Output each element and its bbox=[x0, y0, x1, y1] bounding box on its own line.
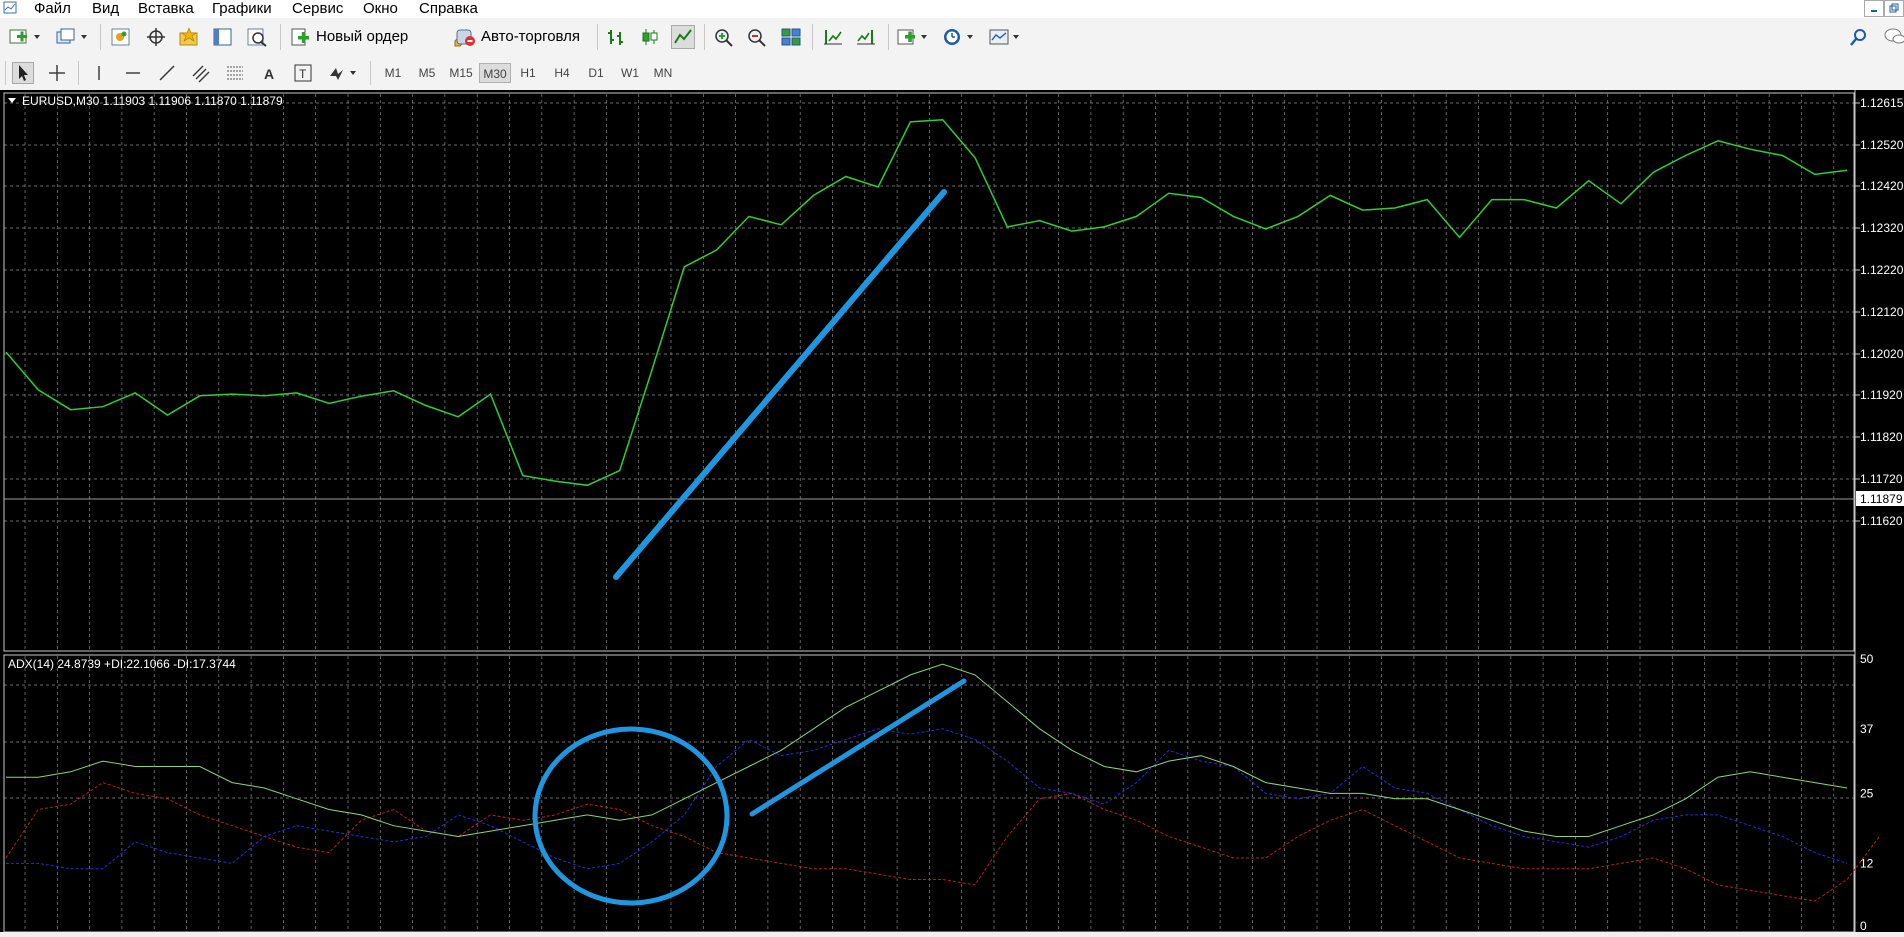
line-studies-toolbar: A T M1 M5 M15 M30 H1 H4 D1 W1 MN bbox=[0, 56, 1904, 91]
periods-icon[interactable] bbox=[942, 27, 976, 47]
text-label-icon[interactable]: T bbox=[292, 62, 314, 84]
timeframe-m1[interactable]: M1 bbox=[378, 63, 408, 83]
indicator-header: ADX(14) 24.8739 +DI:22.1066 -DI:17.3744 bbox=[8, 657, 236, 671]
price-axis-label: 1.12420 bbox=[1860, 179, 1904, 193]
new-order-label: Новый ордер bbox=[316, 28, 409, 45]
menu-charts[interactable]: Графики bbox=[212, 0, 272, 17]
app-icon bbox=[3, 1, 17, 14]
timeframe-h1[interactable]: H1 bbox=[513, 63, 543, 83]
zoom-in-icon[interactable] bbox=[713, 27, 735, 47]
strategy-tester-icon[interactable] bbox=[246, 27, 268, 47]
candlestick-icon[interactable] bbox=[639, 27, 661, 47]
chart-shift-icon[interactable] bbox=[822, 27, 844, 47]
price-chart[interactable]: 1.12615 1.12520 1.12420 1.12320 1.12220 1.121… bbox=[0, 90, 1904, 933]
menu-help[interactable]: Справка bbox=[419, 0, 478, 17]
minus-di-line bbox=[5, 782, 1880, 902]
menu-tools[interactable]: Сервис bbox=[292, 0, 343, 17]
indicator-axis-label: 12 bbox=[1860, 856, 1874, 870]
restore-icon bbox=[1889, 3, 1899, 13]
price-line bbox=[5, 119, 1848, 487]
navigator-icon[interactable] bbox=[178, 27, 200, 47]
price-chart-header: EURUSD,M30 1.11903 1.11906 1.11870 1.118… bbox=[22, 94, 283, 108]
new-chart-icon[interactable] bbox=[8, 27, 42, 47]
terminal-icon[interactable] bbox=[212, 27, 234, 47]
cursor-icon[interactable] bbox=[12, 62, 34, 84]
tile-windows-icon[interactable] bbox=[780, 27, 802, 47]
timeframe-mn[interactable]: MN bbox=[648, 63, 678, 83]
line-chart-icon[interactable] bbox=[671, 25, 695, 49]
new-order-button[interactable]: Новый ордер bbox=[288, 25, 414, 49]
autotrading-icon bbox=[456, 29, 475, 46]
market-watch-icon[interactable] bbox=[110, 27, 132, 47]
autotrading-label: Авто-торговля bbox=[481, 28, 581, 45]
bar-chart-icon[interactable] bbox=[605, 27, 627, 47]
price-axis-label: 1.11720 bbox=[1860, 472, 1903, 486]
restore-button[interactable] bbox=[1864, 0, 1884, 17]
horizontal-line-icon[interactable] bbox=[122, 62, 144, 84]
text-icon[interactable]: A bbox=[258, 62, 280, 84]
price-axis-label: 1.11920 bbox=[1860, 388, 1903, 402]
equidistant-channel-icon[interactable] bbox=[190, 62, 212, 84]
indicator-axis-label: 37 bbox=[1860, 722, 1874, 736]
new-order-icon bbox=[291, 28, 309, 46]
timeframe-m15[interactable]: M15 bbox=[445, 63, 477, 83]
menu-file[interactable]: Файл bbox=[34, 0, 71, 17]
timeframe-h4[interactable]: H4 bbox=[547, 63, 577, 83]
window-restore-button[interactable] bbox=[1884, 0, 1904, 17]
vertical-line-icon[interactable] bbox=[88, 62, 110, 84]
plus-di-line bbox=[6, 728, 1848, 870]
price-axis-label: 1.12320 bbox=[1860, 221, 1904, 235]
indicator-axis-label: 50 bbox=[1860, 652, 1874, 666]
data-window-icon[interactable] bbox=[145, 27, 167, 47]
timeframe-m30[interactable]: M30 bbox=[479, 63, 511, 83]
menu-bar: Файл Вид Вставка Графики Сервис Окно Спр… bbox=[0, 0, 1904, 19]
timeframe-m5[interactable]: M5 bbox=[412, 63, 442, 83]
annotation-circle bbox=[532, 726, 730, 906]
indicators-icon[interactable] bbox=[896, 27, 930, 47]
autotrading-button[interactable]: Авто-торговля bbox=[453, 25, 593, 49]
fibonacci-icon[interactable] bbox=[224, 62, 246, 84]
price-pane-border bbox=[3, 92, 1855, 652]
price-axis-label: 1.11620 bbox=[1860, 514, 1903, 528]
templates-icon[interactable] bbox=[988, 27, 1022, 47]
menu-window[interactable]: Окно bbox=[363, 0, 398, 17]
search-icon[interactable] bbox=[1848, 27, 1870, 47]
arrows-icon[interactable] bbox=[326, 62, 360, 84]
minimize-icon bbox=[1871, 10, 1877, 12]
adx-line bbox=[6, 663, 1848, 838]
autoscroll-icon[interactable] bbox=[855, 27, 877, 47]
price-axis-label: 1.11820 bbox=[1860, 430, 1903, 444]
svg-text:A: A bbox=[264, 66, 274, 82]
zoom-out-icon[interactable] bbox=[746, 27, 768, 47]
collapse-triangle-icon[interactable] bbox=[8, 98, 16, 103]
menu-view[interactable]: Вид bbox=[92, 0, 119, 17]
timeframe-w1[interactable]: W1 bbox=[615, 63, 645, 83]
chart-window[interactable]: 1.12615 1.12520 1.12420 1.12320 1.12220 1.121… bbox=[0, 90, 1904, 933]
price-axis-label: 1.12020 bbox=[1860, 347, 1904, 361]
crosshair-icon[interactable] bbox=[46, 62, 68, 84]
chat-icon[interactable] bbox=[1883, 27, 1904, 47]
menu-insert[interactable]: Вставка bbox=[138, 0, 194, 17]
price-axis-label: 1.12220 bbox=[1860, 263, 1904, 277]
standard-toolbar: Новый ордер Авто-торговля bbox=[0, 18, 1904, 57]
price-axis-label: 1.12615 bbox=[1860, 96, 1904, 110]
annotation-trend-arrow bbox=[613, 189, 947, 580]
indicator-axis-label: 0 bbox=[1860, 919, 1867, 932]
price-axis-label: 1.12520 bbox=[1860, 138, 1904, 152]
current-price-label: 1.11879 bbox=[1860, 492, 1903, 506]
trendline-icon[interactable] bbox=[156, 62, 178, 84]
timeframe-d1[interactable]: D1 bbox=[581, 63, 611, 83]
svg-text:T: T bbox=[299, 67, 307, 81]
profiles-icon[interactable] bbox=[55, 27, 89, 47]
price-axis-label: 1.12120 bbox=[1860, 305, 1904, 319]
indicator-axis-label: 25 bbox=[1860, 786, 1874, 800]
